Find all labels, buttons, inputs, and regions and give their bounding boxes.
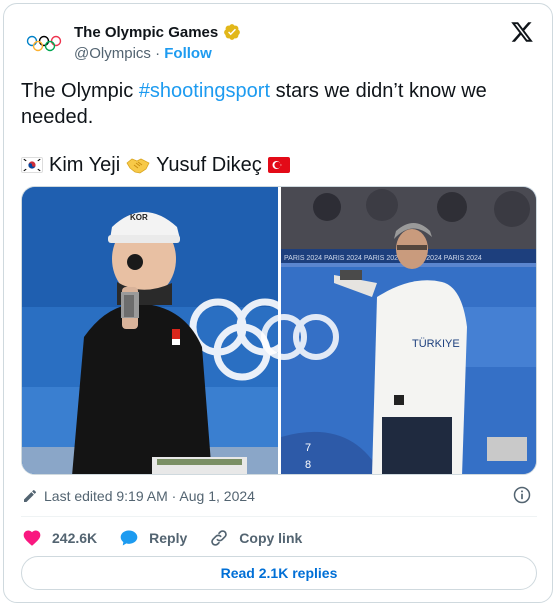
athlete-1-name: Kim Yeji: [49, 154, 121, 176]
hashtag-link[interactable]: #shootingsport: [139, 80, 270, 102]
score-bottom: 8: [305, 459, 311, 471]
reply-button[interactable]: Reply: [119, 526, 187, 550]
media-photos: KOR PARIS 2024 PARIS 2024 PARIS 2024 PAR…: [22, 187, 537, 475]
separator-dot: ·: [155, 45, 161, 62]
author-name-row: The Olympic Games: [74, 23, 241, 41]
heart-icon: [23, 530, 41, 546]
pencil-icon: [24, 489, 37, 502]
reply-bubble-icon: [120, 530, 138, 546]
tweet-text: The Olympic #shootingsport stars we didn…: [21, 78, 531, 130]
author-name[interactable]: The Olympic Games: [74, 24, 218, 41]
info-icon[interactable]: [512, 485, 532, 505]
score-top: 7: [305, 442, 311, 454]
like-button[interactable]: 242.6K: [22, 526, 97, 550]
author-handle[interactable]: @Olympics: [74, 45, 151, 62]
olympic-rings-icon: [26, 35, 62, 52]
turkey-flag-icon: [267, 157, 290, 173]
tweet-card: The Olympic Games @Olympics · Follow The…: [3, 3, 553, 603]
read-replies-button[interactable]: Read 2.1K replies: [21, 556, 537, 590]
athletes-line: Kim Yeji Yusuf Dikeç: [21, 152, 290, 178]
copy-link-label: Copy link: [239, 530, 303, 546]
follow-button[interactable]: Follow: [164, 45, 212, 62]
verified-badge-icon: [224, 24, 241, 40]
cap-text: KOR: [130, 213, 148, 222]
photo-kim-yeji[interactable]: KOR: [22, 187, 294, 475]
tweet-text-start: The Olympic: [21, 80, 139, 102]
tweet-media[interactable]: KOR PARIS 2024 PARIS 2024 PARIS 2024 PAR…: [21, 186, 537, 475]
photo-yusuf-dikec[interactable]: PARIS 2024 PARIS 2024 PARIS 2024 PARIS 2…: [261, 187, 537, 475]
tweet-header: The Olympic Games @Olympics · Follow: [4, 4, 552, 74]
x-logo-icon[interactable]: [510, 20, 534, 44]
south-korea-flag-icon: [21, 157, 43, 173]
like-count: 242.6K: [52, 530, 98, 546]
tweet-actions: 242.6K Reply Copy link: [22, 526, 324, 550]
tweet-meta: Last edited 9:19 AM · Aug 1, 2024: [22, 488, 255, 504]
link-icon: [211, 530, 228, 546]
copy-link-button[interactable]: Copy link: [209, 526, 302, 550]
shirt-text: TÜRKIYE: [412, 338, 460, 350]
banner-text: PARIS 2024 PARIS 2024 PARIS 2024 PARIS 2…: [284, 255, 482, 262]
author-handle-row: @Olympics · Follow: [74, 45, 212, 62]
last-edited-text[interactable]: Last edited 9:19 AM · Aug 1, 2024: [44, 488, 255, 504]
divider: [21, 516, 537, 517]
handshake-icon: [126, 158, 150, 174]
reply-label: Reply: [149, 530, 188, 546]
avatar[interactable]: [22, 22, 66, 66]
athlete-2-name: Yusuf Dikeç: [156, 154, 262, 176]
